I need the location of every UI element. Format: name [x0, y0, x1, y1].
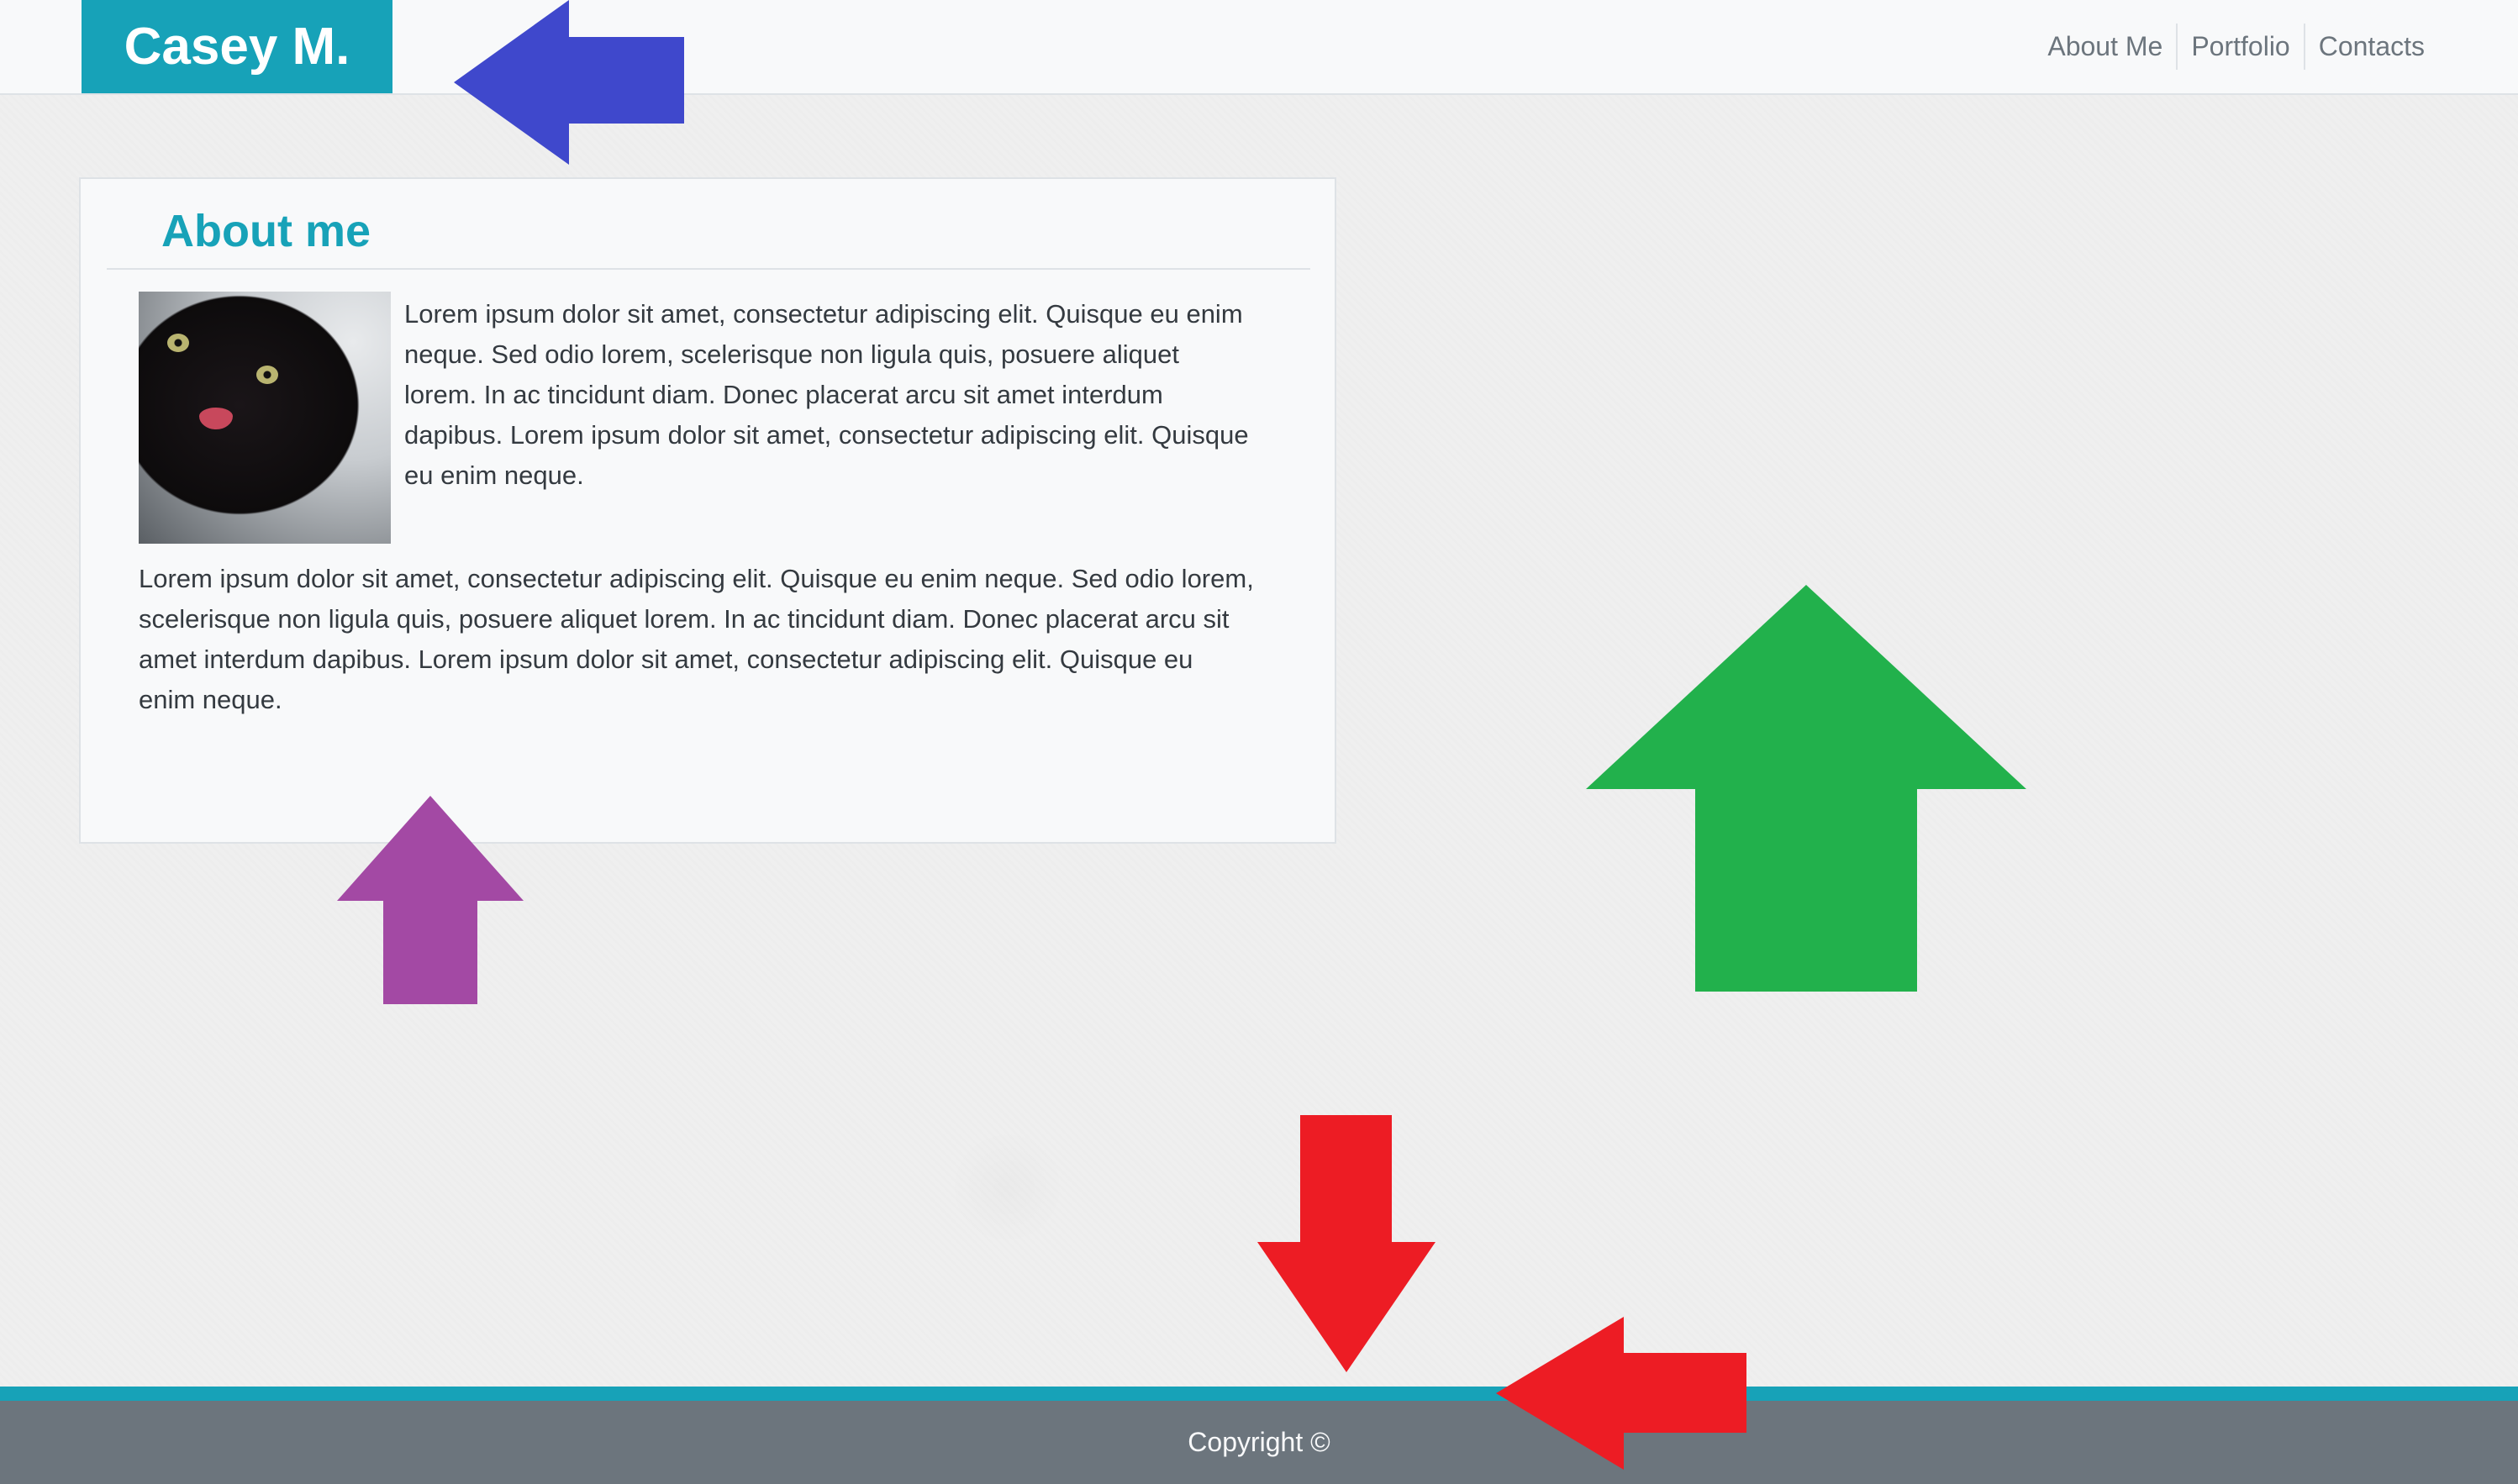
navbar: Casey M. About Me Portfolio Contacts	[0, 0, 2518, 95]
profile-photo	[139, 292, 391, 544]
cat-eye	[167, 334, 189, 352]
cat-tongue	[199, 408, 233, 429]
arrow-left-blue-icon	[454, 0, 684, 165]
about-paragraph-1: Lorem ipsum dolor sit amet, consectetur …	[404, 299, 1249, 490]
nav-link-contacts[interactable]: Contacts	[2303, 24, 2438, 70]
cat-eye	[256, 366, 278, 384]
about-paragraph-2: Lorem ipsum dolor sit amet, consectetur …	[139, 564, 1254, 714]
footer: Copyright ©	[0, 1401, 2518, 1484]
nav-link-portfolio[interactable]: Portfolio	[2176, 24, 2303, 70]
brand-logo-link[interactable]: Casey M.	[82, 0, 392, 93]
nav-links: About Me Portfolio Contacts	[2034, 24, 2438, 70]
about-title: About me	[161, 206, 371, 256]
arrow-down-red-icon	[1257, 1115, 1435, 1372]
arrow-left-red-icon	[1496, 1317, 1746, 1470]
footer-accent-stripe	[0, 1387, 2518, 1401]
title-divider	[107, 268, 1310, 270]
arrow-up-green-icon	[1586, 585, 2026, 992]
about-card: About me Lorem ipsum dolor sit amet, con…	[79, 177, 1336, 844]
nav-link-about-me[interactable]: About Me	[2034, 24, 2176, 70]
copyright-text: Copyright ©	[1188, 1427, 1330, 1457]
arrow-up-purple-icon	[337, 796, 524, 1004]
